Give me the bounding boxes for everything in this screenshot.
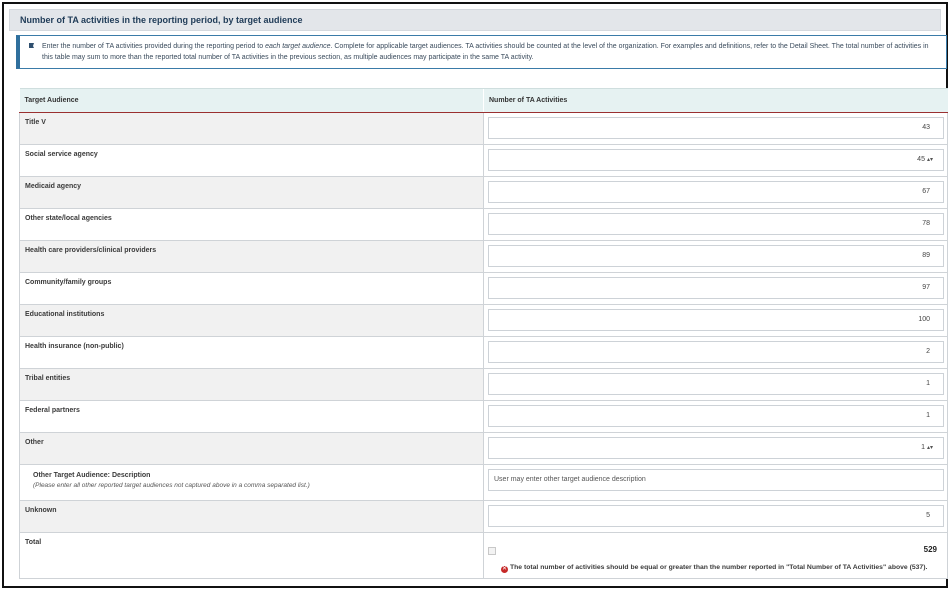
total-value: 529: [923, 545, 937, 554]
other-description-label: Other Target Audience: Description: [33, 472, 151, 479]
info-text-pre: Enter the number of TA activities provid…: [42, 43, 266, 50]
col-header-audience: Target Audience: [19, 88, 484, 113]
target-audience-table: Target Audience Number of TA Activities …: [19, 88, 948, 579]
table-row: Health insurance (non-public) 2: [19, 336, 948, 369]
total-cell: 529 ✕ The total number of activities shou…: [483, 532, 948, 579]
count-input-community[interactable]: 97: [488, 277, 944, 299]
other-description-input[interactable]: User may enter other target audience des…: [488, 469, 944, 491]
row-label: Title V: [19, 112, 484, 145]
input-value: 45: [917, 156, 925, 163]
total-error-message: ✕ The total number of activities should b…: [501, 564, 927, 573]
count-input-other[interactable]: 1 ▴▾: [488, 437, 944, 459]
row-label: Other state/local agencies: [19, 208, 484, 241]
table-header-row: Target Audience Number of TA Activities: [19, 88, 948, 113]
table-row: Other state/local agencies 78: [19, 208, 948, 241]
stepper-arrows-icon[interactable]: ▴▾: [927, 150, 933, 170]
table-row: Unknown 5: [19, 500, 948, 533]
section-title: Number of TA activities in the reporting…: [9, 9, 941, 31]
row-label: Other: [19, 432, 484, 465]
count-input-title-v[interactable]: 43: [488, 117, 944, 139]
page-frame: Number of TA activities in the reporting…: [2, 2, 948, 588]
other-description-label-cell: Other Target Audience: Description (Plea…: [19, 464, 484, 501]
row-label: Health care providers/clinical providers: [19, 240, 484, 273]
row-label: Tribal entities: [19, 368, 484, 401]
input-value: 1: [921, 444, 925, 451]
other-description-hint: (Please enter all other reported target …: [33, 482, 310, 489]
table-row: Medicaid agency 67: [19, 176, 948, 209]
row-label: Federal partners: [19, 400, 484, 433]
table-row: Community/family groups 97: [19, 272, 948, 305]
stepper-arrows-icon[interactable]: ▴▾: [927, 438, 933, 458]
total-checkbox[interactable]: [488, 547, 496, 555]
count-input-health-insurance[interactable]: 2: [488, 341, 944, 363]
count-input-tribal[interactable]: 1: [488, 373, 944, 395]
table-row: Educational institutions 100: [19, 304, 948, 337]
table-row: Federal partners 1: [19, 400, 948, 433]
table-row: Other 1 ▴▾: [19, 432, 948, 465]
table-row: Tribal entities 1: [19, 368, 948, 401]
total-label: Total: [19, 532, 484, 579]
count-input-unknown[interactable]: 5: [488, 505, 944, 527]
pin-icon: [29, 43, 34, 48]
table-row: Other Target Audience: Description (Plea…: [19, 464, 948, 501]
row-label: Unknown: [19, 500, 484, 533]
total-row: Total 529 ✕ The total number of activitie…: [19, 532, 948, 579]
table-row: Title V 43: [19, 112, 948, 145]
error-x-icon: ✕: [501, 566, 508, 573]
table-row: Health care providers/clinical providers…: [19, 240, 948, 273]
count-input-health-care[interactable]: 89: [488, 245, 944, 267]
info-text-em: each target audience: [265, 43, 331, 50]
count-input-social-service[interactable]: 45 ▴▾: [488, 149, 944, 171]
col-header-count: Number of TA Activities: [483, 88, 948, 113]
count-input-medicaid[interactable]: 67: [488, 181, 944, 203]
row-label: Educational institutions: [19, 304, 484, 337]
row-label: Social service agency: [19, 144, 484, 177]
info-box: Enter the number of TA activities provid…: [16, 35, 947, 69]
table-row: Social service agency 45 ▴▾: [19, 144, 948, 177]
row-label: Health insurance (non-public): [19, 336, 484, 369]
row-label: Community/family groups: [19, 272, 484, 305]
row-label: Medicaid agency: [19, 176, 484, 209]
count-input-educational[interactable]: 100: [488, 309, 944, 331]
count-input-federal[interactable]: 1: [488, 405, 944, 427]
count-input-other-state[interactable]: 78: [488, 213, 944, 235]
error-text: The total number of activities should be…: [510, 564, 928, 571]
